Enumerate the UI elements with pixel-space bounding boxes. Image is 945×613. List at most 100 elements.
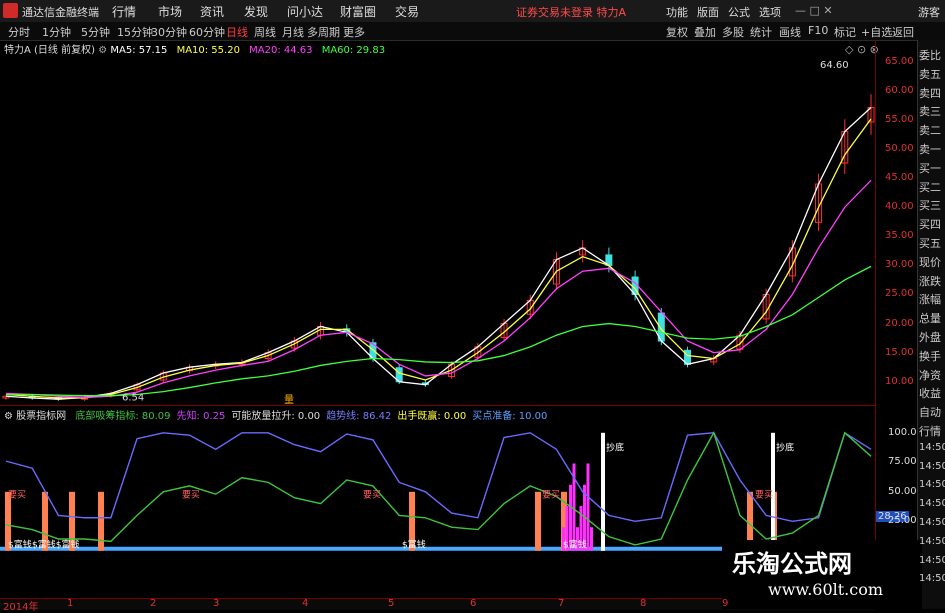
sidebar-item[interactable]: 行情 (919, 423, 941, 439)
tool-restore-rights[interactable]: 复权 (666, 24, 688, 40)
menu-formula[interactable]: 公式 (728, 4, 750, 20)
sidebar-item[interactable]: 买三 (919, 197, 941, 213)
sidebar-item[interactable]: 14:50 (919, 573, 945, 584)
menu-trade[interactable]: 交易 (395, 3, 419, 20)
menu-quotes[interactable]: 行情 (112, 3, 136, 20)
accumulation-bar (586, 463, 590, 551)
ma5-value: MA5: 57.15 (110, 45, 168, 56)
sidebar-item[interactable]: 现价 (919, 254, 941, 270)
period-15min[interactable]: 15分钟 (117, 24, 153, 40)
sidebar-item[interactable]: 14:50 (919, 479, 945, 490)
period-1min[interactable]: 1分钟 (42, 24, 71, 40)
price-tick: 45.00 (885, 172, 914, 184)
price-tick: 15.00 (885, 346, 914, 358)
tool-add-watchlist[interactable]: +自选 (861, 24, 892, 40)
sidebar-item[interactable]: 买二 (919, 179, 941, 195)
date-tick: 1 (67, 598, 74, 609)
watermark-url: www.60lt.com (768, 580, 884, 599)
window-controls[interactable]: — □ ✕ (795, 4, 833, 17)
ma-line-ma60 (6, 265, 872, 397)
ma-line-ma10 (5, 118, 872, 399)
date-tick: 2 (150, 598, 157, 609)
sidebar-item[interactable]: 买四 (919, 216, 941, 232)
indicator-tick: 75.00 (888, 456, 917, 468)
max-price-label: 64.60 (820, 60, 849, 71)
price-tick: 40.00 (885, 201, 914, 213)
period-30min[interactable]: 30分钟 (151, 24, 187, 40)
signal-label: 要买 (542, 490, 560, 501)
sidebar-item[interactable]: 换手 (919, 348, 941, 364)
tool-f10[interactable]: F10 (808, 24, 828, 37)
date-tick: 4 (302, 598, 309, 609)
sidebar-item[interactable]: 总量 (919, 310, 941, 326)
sidebar-item[interactable]: 净资 (919, 367, 941, 383)
price-tick: 60.00 (885, 84, 914, 96)
ma-line-ma20 (5, 179, 872, 399)
sidebar-item[interactable]: 卖五 (919, 66, 941, 82)
period-multi[interactable]: 多周期 (307, 24, 340, 40)
price-tick: 55.00 (885, 113, 914, 125)
period-daily[interactable]: 日线 (226, 24, 248, 40)
signal-label: 要买 (363, 490, 381, 501)
tool-overlay[interactable]: 叠加 (694, 24, 716, 40)
signal-label: $富钱$富钱 (32, 538, 79, 550)
sidebar-item[interactable]: 卖二 (919, 122, 941, 138)
app-logo-icon (3, 3, 18, 18)
guest-label[interactable]: 游客 (918, 4, 940, 20)
date-tick: 8 (640, 598, 647, 609)
ma-line-ma5 (5, 106, 872, 400)
sidebar-item[interactable]: 收益 (919, 385, 941, 401)
tool-draw-line[interactable]: 画线 (779, 24, 801, 40)
price-tick: 30.00 (885, 259, 914, 271)
sidebar-item[interactable]: 14:50 (919, 461, 945, 472)
sidebar-item[interactable]: 涨跌 (919, 273, 941, 289)
sidebar-item[interactable]: 委比 (919, 47, 941, 63)
sidebar-item[interactable]: 买一 (919, 160, 941, 176)
chart-header: 特力A (日线 前复权) (4, 45, 96, 56)
signal-label: 要买 (755, 490, 773, 501)
signal-label: $富钱 (8, 538, 32, 550)
sidebar-item[interactable]: 自动 (919, 404, 941, 420)
tool-statistics[interactable]: 统计 (750, 24, 772, 40)
period-5min[interactable]: 5分钟 (81, 24, 110, 40)
sidebar-item[interactable]: 外盘 (919, 329, 941, 345)
sidebar-item[interactable]: 14:50 (919, 517, 945, 528)
chart-window-controls[interactable]: ◇ ⊙ ⊗ (845, 43, 879, 56)
tool-back[interactable]: 返回 (892, 24, 914, 40)
sidebar-item[interactable]: 14:50 (919, 498, 945, 509)
signal-label: $富钱 (563, 538, 587, 550)
sidebar-item[interactable]: 涨幅 (919, 291, 941, 307)
menu-discover[interactable]: 发现 (244, 3, 268, 20)
sidebar-item[interactable]: 卖一 (919, 141, 941, 157)
signal-label: 要买 (8, 490, 26, 501)
sidebar-item[interactable]: 买五 (919, 235, 941, 251)
menu-wealth[interactable]: 财富圈 (340, 3, 376, 20)
sidebar-item[interactable]: 14:50 (919, 555, 945, 566)
sidebar-item[interactable]: 卖三 (919, 103, 941, 119)
period-intraday[interactable]: 分时 (8, 24, 30, 40)
tool-multi-stock[interactable]: 多股 (722, 24, 744, 40)
menu-news[interactable]: 资讯 (200, 3, 224, 20)
sidebar-item[interactable]: 14:50 (919, 442, 945, 453)
sidebar-item[interactable]: 卖四 (919, 85, 941, 101)
menu-options[interactable]: 选项 (759, 4, 781, 20)
volume-marker: 量 (284, 394, 294, 405)
menu-functions[interactable]: 功能 (666, 4, 688, 20)
period-weekly[interactable]: 周线 (254, 24, 276, 40)
login-notice[interactable]: 证券交易未登录 特力A (516, 4, 626, 20)
settings-icon[interactable]: ⚙ (98, 45, 110, 56)
tool-mark[interactable]: 标记 (834, 24, 856, 40)
period-60min[interactable]: 60分钟 (189, 24, 225, 40)
period-monthly[interactable]: 月线 (282, 24, 304, 40)
period-more[interactable]: 更多 (343, 24, 365, 40)
signal-label: 抄底 (606, 442, 624, 454)
title-bar: 通达信金融终端 行情 市场 资讯 发现 问小达 财富圈 交易 证券交易未登录 特… (0, 0, 945, 23)
signal-label: 要买 (182, 490, 200, 501)
menu-ask[interactable]: 问小达 (287, 3, 323, 20)
price-chart[interactable]: 64.60 6.54 量 (0, 56, 875, 405)
price-tick: 25.00 (885, 288, 914, 300)
menu-layout[interactable]: 版面 (697, 4, 719, 20)
menu-market[interactable]: 市场 (158, 3, 182, 20)
date-tick: 6 (470, 598, 477, 609)
sidebar-item[interactable]: 14:50 (919, 536, 945, 547)
